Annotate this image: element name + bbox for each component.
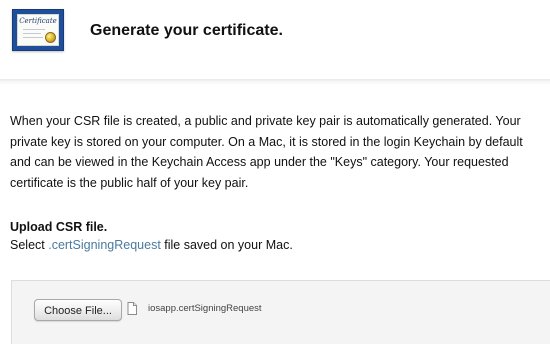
certificate-description: When your CSR file is created, a public … [10,114,523,190]
header-divider [0,79,550,85]
upload-instruction: Select .certSigningRequest file saved on… [10,236,293,254]
upload-instruction-suffix: file saved on your Mac. [160,238,293,252]
certificate-line [23,29,45,30]
page-header: Certificate Generate your certificate. [0,0,550,80]
file-extension-text: .certSigningRequest [48,238,161,252]
upload-panel: Choose File... iosapp.certSigningRequest [11,280,550,344]
certificate-line [23,37,43,38]
certificate-paper: Certificate [17,14,59,46]
certificate-seal-icon [45,32,56,43]
selected-file-name: iosapp.certSigningRequest [148,303,262,314]
certificate-icon: Certificate [12,9,64,51]
choose-file-button[interactable]: Choose File... [34,299,122,321]
page-title: Generate your certificate. [90,22,283,39]
certificate-icon-text: Certificate [19,17,57,25]
document-icon [127,302,137,315]
upload-instruction-prefix: Select [10,238,49,252]
upload-heading: Upload CSR file. [10,220,108,234]
certificate-line [23,33,41,34]
